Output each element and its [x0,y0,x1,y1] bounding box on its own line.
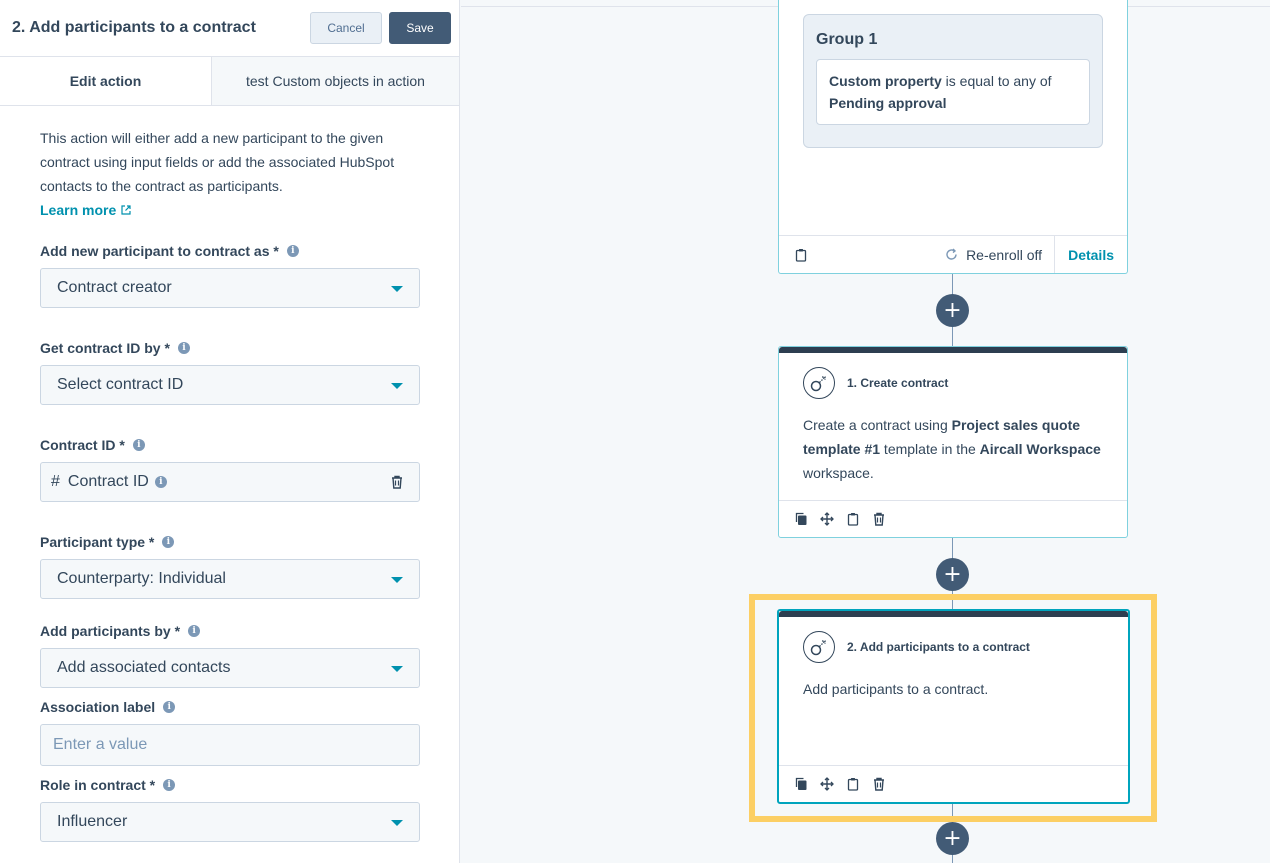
summary-text: template in the [880,441,980,457]
summary-text: workspace. [803,465,874,481]
add-as-select[interactable]: Contract creator [40,268,420,308]
panel-title: 2. Add participants to a contract [12,19,256,36]
contract-id-label: Contract ID * i [40,436,419,454]
caret-down-icon [391,286,403,292]
add-as-label: Add new participant to contract as * i [40,242,419,260]
enrollment-trigger-card[interactable]: Group 1 Custom property is equal to any … [778,0,1128,274]
get-id-by-label-text: Get contract ID by * [40,340,170,356]
action-form: This action will either add a new partic… [0,106,459,842]
info-icon[interactable]: i [132,439,145,451]
caret-down-icon [391,820,403,826]
panel-tabs: Edit action test Custom objects in actio… [0,57,459,106]
add-by-select[interactable]: Add associated contacts [40,648,420,688]
refresh-icon [946,248,957,260]
get-id-by-value: Select contract ID [57,376,184,393]
add-by-label-text: Add participants by * [40,623,181,639]
card-toolbar [779,500,1127,537]
action-description: This action will either add a new partic… [40,126,419,222]
hash-icon: # [51,473,60,490]
card-header: 2. Add participants to a contract [779,617,1128,663]
card-toolbar [779,765,1128,802]
participant-type-value: Counterparty: Individual [57,570,226,587]
info-icon[interactable]: i [162,536,175,548]
caret-down-icon [391,383,403,389]
clipboard-icon[interactable] [845,776,861,792]
copy-icon[interactable] [793,511,809,527]
card-header: 1. Create contract [779,353,1127,399]
participant-type-label-text: Participant type * [40,534,155,550]
get-id-by-label: Get contract ID by * i [40,339,419,357]
filter-property: Custom property [829,73,942,89]
action-title: 1. Create contract [847,376,949,390]
contract-id-label-text: Contract ID * [40,437,125,453]
add-action-button[interactable]: + [936,822,969,855]
action-card-add-participants[interactable]: 2. Add participants to a contract Add pa… [777,609,1130,804]
external-link-icon [121,205,131,215]
add-by-value: Add associated contacts [57,659,231,676]
reenroll-label: Re-enroll off [966,246,1043,263]
info-icon[interactable]: i [286,245,299,257]
info-icon[interactable]: i [177,342,190,354]
association-label-input[interactable] [40,724,420,766]
tab-edit-action[interactable]: Edit action [0,57,212,105]
get-id-by-select[interactable]: Select contract ID [40,365,420,405]
action-edit-panel: 2. Add participants to a contract Cancel… [0,0,460,863]
clipboard-icon[interactable] [845,511,861,527]
summary-text: Create a contract using [803,417,952,433]
add-by-label: Add participants by * i [40,622,419,640]
cancel-button[interactable]: Cancel [310,12,382,44]
learn-more-link[interactable]: Learn more [40,198,131,222]
add-as-label-text: Add new participant to contract as * [40,243,279,259]
info-icon[interactable]: i [163,779,176,791]
save-button[interactable]: Save [389,12,451,44]
role-select[interactable]: Influencer [40,802,420,842]
description-text: This action will either add a new partic… [40,130,395,194]
group-title: Group 1 [816,31,878,48]
details-link[interactable]: Details [1055,247,1127,263]
participant-type-label: Participant type * i [40,533,419,551]
contract-id-value: Contract ID [67,473,149,490]
move-icon[interactable] [819,511,835,527]
participant-type-select[interactable]: Counterparty: Individual [40,559,420,599]
info-icon[interactable]: i [163,701,176,713]
add-action-button[interactable]: + [936,294,969,327]
filter-condition: Custom property is equal to any of Pendi… [816,59,1090,125]
info-icon[interactable]: i [154,476,167,488]
clipboard-icon[interactable] [793,247,809,263]
action-summary: Add participants to a contract. [803,681,989,697]
integration-logo-icon [803,631,835,663]
move-icon[interactable] [819,776,835,792]
action-summary: Create a contract using Project sales qu… [779,399,1127,485]
trash-icon[interactable] [871,776,887,792]
panel-header: 2. Add participants to a contract Cancel… [0,0,459,57]
filter-group: Group 1 Custom property is equal to any … [803,14,1103,148]
info-icon[interactable]: i [188,625,201,637]
action-card-create-contract[interactable]: 1. Create contract Create a contract usi… [778,346,1128,538]
trash-icon[interactable] [871,511,887,527]
trigger-footer: Re-enroll off Details [779,235,1127,273]
copy-icon[interactable] [793,776,809,792]
workflow-canvas[interactable]: Group 1 Custom property is equal to any … [461,0,1270,863]
reenroll-status[interactable]: Re-enroll off [945,236,1056,273]
delete-token-button[interactable] [391,475,403,494]
add-as-value: Contract creator [57,279,172,296]
filter-value: Pending approval [829,95,947,111]
role-label-text: Role in contract * [40,777,156,793]
add-action-button[interactable]: + [936,558,969,591]
trash-icon [392,475,402,489]
action-title: 2. Add participants to a contract [847,640,1030,654]
caret-down-icon [391,577,403,583]
association-label-text: Association label [40,699,156,715]
integration-logo-icon [803,367,835,399]
role-label: Role in contract * i [40,776,419,794]
filter-operator: is equal to any of [941,73,1052,89]
role-value: Influencer [57,813,128,830]
association-label-label: Association label i [40,698,419,716]
tab-test-custom-objects[interactable]: test Custom objects in action [212,57,459,105]
caret-down-icon [391,666,403,672]
contract-id-field[interactable]: # Contract ID i [40,462,420,502]
learn-more-label: Learn more [40,202,117,218]
summary-workspace: Aircall Workspace [979,441,1101,457]
